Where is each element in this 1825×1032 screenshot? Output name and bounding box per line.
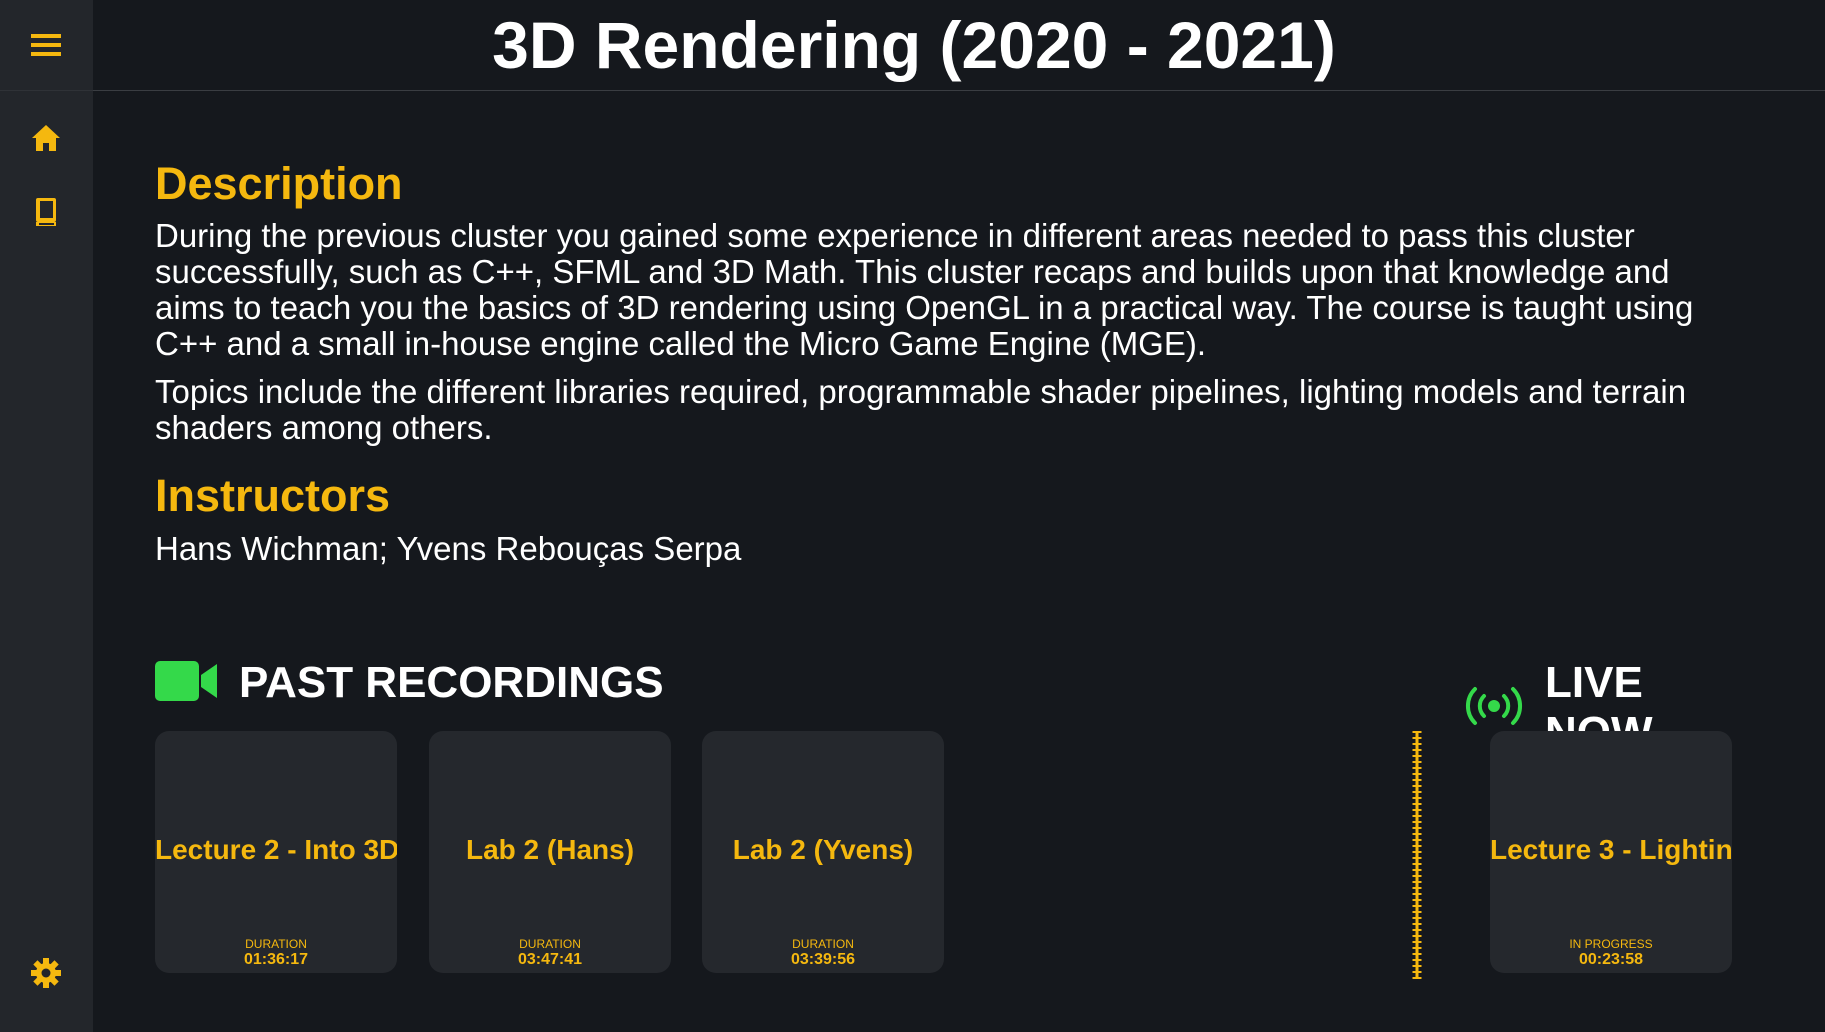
past-recordings-header: PAST RECORDINGS bbox=[155, 658, 664, 708]
description-paragraph-2: Topics include the different libraries r… bbox=[155, 373, 1687, 446]
recording-card[interactable]: Lab 2 (Yvens) DURATION 03:39:56 bbox=[702, 731, 944, 973]
description-heading: Description bbox=[155, 158, 403, 209]
menu-cell bbox=[0, 0, 93, 91]
section-divider bbox=[1412, 731, 1422, 979]
recording-title: Lecture 2 - Into 3D bbox=[155, 834, 397, 865]
live-stream-elapsed-time: 00:23:58 bbox=[1578, 951, 1644, 968]
past-recordings-title: PAST RECORDINGS bbox=[239, 658, 664, 707]
home-icon[interactable] bbox=[26, 118, 66, 158]
recording-card[interactable]: Lab 2 (Hans) DURATION 03:47:41 bbox=[429, 731, 671, 973]
page-title: 3D Rendering (2020 - 2021) bbox=[492, 8, 1336, 82]
description-body: During the previous cluster you gained s… bbox=[155, 218, 1755, 570]
sidebar bbox=[0, 0, 93, 1032]
recording-card[interactable]: Lecture 2 - Into 3D DURATION 01:36:17 bbox=[155, 731, 397, 973]
instructors-heading: Instructors bbox=[155, 470, 391, 521]
recording-duration-label: DURATION bbox=[245, 937, 307, 951]
live-stream-title: Lecture 3 - Lighting bbox=[1490, 834, 1732, 865]
instructors-names: Hans Wichman; Yvens Rebouças Serpa bbox=[155, 530, 742, 567]
live-stream-card[interactable]: Lecture 3 - Lighting IN PROGRESS 00:23:5… bbox=[1490, 731, 1732, 973]
video-camera-icon bbox=[155, 660, 217, 706]
book-icon[interactable] bbox=[26, 192, 66, 232]
recording-duration-label: DURATION bbox=[519, 937, 581, 951]
recording-title: Lab 2 (Yvens) bbox=[732, 834, 914, 865]
gear-icon[interactable] bbox=[26, 953, 66, 993]
broadcast-icon bbox=[1465, 686, 1523, 731]
recording-duration-label: DURATION bbox=[792, 937, 854, 951]
recording-duration-value: 03:39:56 bbox=[790, 951, 856, 968]
description-paragraph-1: During the previous cluster you gained s… bbox=[155, 218, 1694, 362]
header-bar: 3D Rendering (2020 - 2021) bbox=[93, 0, 1825, 91]
recording-title: Lab 2 (Hans) bbox=[465, 834, 635, 865]
recording-duration-value: 03:47:41 bbox=[517, 951, 583, 968]
recording-duration-value: 01:36:17 bbox=[243, 951, 309, 968]
hamburger-menu-icon[interactable] bbox=[26, 25, 66, 65]
live-stream-status-label: IN PROGRESS bbox=[1569, 937, 1653, 951]
